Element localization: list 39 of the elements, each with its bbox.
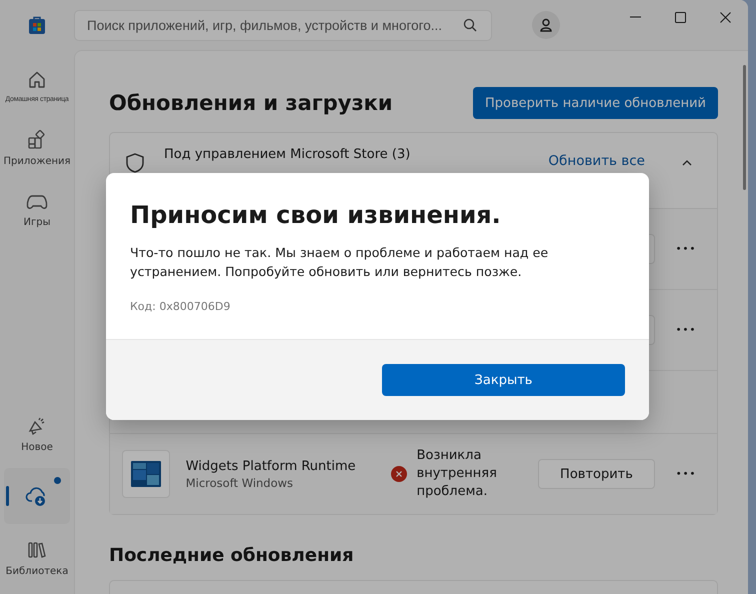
status-text: Возникла внутренняя проблема. xyxy=(416,447,498,501)
home-icon xyxy=(27,70,47,90)
nav-item[interactable]: Приложения xyxy=(4,120,70,176)
nav-item[interactable]: Новое xyxy=(4,406,70,462)
nav-item[interactable]: Игры xyxy=(4,182,70,238)
gamepad-icon xyxy=(26,192,48,210)
nav-item[interactable] xyxy=(4,468,70,524)
more-button[interactable]: ••• xyxy=(671,468,701,480)
update-all-link[interactable]: Обновить все xyxy=(548,153,645,169)
page-title: Обновления и загрузки xyxy=(109,91,393,115)
app-publisher: Microsoft Windows xyxy=(186,476,294,490)
minimize-icon xyxy=(630,16,641,18)
nav-item[interactable]: Библиотека xyxy=(4,530,70,586)
section-heading: Последние обновления xyxy=(109,545,355,566)
error-code: Код: 0x800706D9 xyxy=(130,300,230,313)
close-icon xyxy=(720,12,731,22)
library-icon xyxy=(27,540,47,560)
more-button[interactable]: ••• xyxy=(671,244,701,254)
search-field[interactable]: Поиск приложений, игр, фильмов, устройств и многого... xyxy=(74,10,492,40)
person-icon xyxy=(539,18,553,32)
close-dialog-button[interactable]: Закрыть xyxy=(382,364,625,396)
apps-icon xyxy=(27,130,47,150)
search-icon xyxy=(463,18,477,32)
selection-indicator xyxy=(6,486,9,506)
dialog-title: Приносим свои извинения. xyxy=(130,201,502,229)
chevron-icon xyxy=(682,160,692,166)
scrollbar[interactable] xyxy=(743,65,746,190)
maximize-icon xyxy=(675,12,686,22)
app-icon xyxy=(122,450,170,498)
dialog-message: Что-то пошло не так. Мы знаем о проблеме и работаем над ее устранением. Попробуйте обновить или вернитесь позже. xyxy=(130,244,550,281)
shield-icon xyxy=(126,153,144,173)
section-title: Под управлением Microsoft Store (3) xyxy=(164,147,412,162)
megaphone-icon xyxy=(27,416,47,436)
more-button[interactable]: ••• xyxy=(671,324,701,336)
retry-button[interactable]: Повторить xyxy=(538,459,656,489)
store-logo-icon xyxy=(29,16,45,34)
app-name: Widgets Platform Runtime xyxy=(186,458,357,474)
account-button[interactable] xyxy=(532,11,560,39)
check-updates-button[interactable]: Проверить наличие обновлений xyxy=(473,87,718,119)
